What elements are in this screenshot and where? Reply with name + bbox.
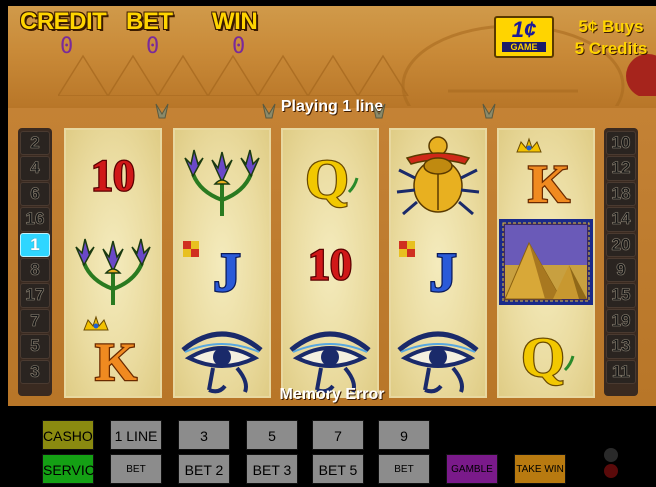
payline-button[interactable]: 13 xyxy=(606,334,636,359)
bet-label: BET xyxy=(126,8,173,35)
reel-stage: Playing 1 line 2 4 6 16 1 8 17 7 5 3 10 … xyxy=(8,98,656,406)
svg-text:K: K xyxy=(528,154,570,214)
eye-icon xyxy=(181,331,263,394)
symbol-j: J xyxy=(175,219,269,307)
payline-button[interactable]: 9 xyxy=(606,257,636,283)
five-lines-button[interactable]: 5 LINES xyxy=(246,420,298,474)
j-icon: J xyxy=(183,241,242,305)
status-light-top xyxy=(604,448,618,462)
reel-5: K Q xyxy=(497,128,595,398)
scarab-icon xyxy=(396,136,480,216)
payline-button[interactable]: 14 xyxy=(606,207,636,232)
nine-lines-button[interactable]: 9 LINES xyxy=(378,420,430,474)
bet-3-button[interactable]: BET 3 xyxy=(246,454,298,484)
cashout-button[interactable]: CASHOUT xyxy=(42,420,111,450)
symbol-eye xyxy=(175,308,269,396)
win-value: 0 xyxy=(232,34,246,59)
svg-text:10: 10 xyxy=(308,240,352,289)
payline-button-active[interactable]: 1 xyxy=(20,232,50,257)
symbol-lotus xyxy=(66,219,160,307)
svg-text:J: J xyxy=(429,242,457,304)
eye-icon xyxy=(289,331,371,394)
service-button[interactable]: SERVICE xyxy=(42,454,104,484)
payline-button[interactable]: 17 xyxy=(20,283,50,308)
k-icon: K xyxy=(516,137,571,215)
credit-value: 0 xyxy=(60,34,74,59)
svg-text:10: 10 xyxy=(91,151,135,200)
svg-text:J: J xyxy=(213,242,241,304)
symbol-lotus xyxy=(175,130,269,218)
one-line-button[interactable]: 1 LINE xyxy=(110,420,162,450)
payline-button[interactable]: 12 xyxy=(606,156,636,181)
error-message: Memory Error xyxy=(279,386,385,403)
payline-button[interactable]: 11 xyxy=(606,359,636,384)
gamble-button[interactable]: GAMBLE xyxy=(446,454,498,484)
10-icon: 10 xyxy=(90,150,137,202)
symbol-10: 10 xyxy=(283,219,377,307)
payline-column-right: 10 12 18 14 20 9 15 19 13 11 xyxy=(604,128,638,396)
denomination-info: 5¢ Buys 5 Credits xyxy=(564,16,656,60)
payline-button[interactable]: 3 xyxy=(20,359,50,384)
reel-4: J xyxy=(389,128,487,398)
payline-button[interactable]: 20 xyxy=(606,232,636,257)
svg-text:Q: Q xyxy=(305,149,349,211)
symbol-10: 10 xyxy=(66,130,160,218)
symbol-k: K xyxy=(499,130,593,218)
lotus-icon xyxy=(75,238,151,305)
svg-text:K: K xyxy=(95,332,137,392)
q-icon: Q xyxy=(304,148,359,212)
payline-column-left: 2 4 6 16 1 8 17 7 5 3 xyxy=(18,128,52,396)
bet-5-button[interactable]: BET 5 xyxy=(312,454,364,484)
payline-button[interactable]: 5 xyxy=(20,334,50,359)
symbol-eye xyxy=(391,308,485,396)
reel-2: J xyxy=(173,128,271,398)
j-icon: J xyxy=(399,241,458,305)
meter-bar: CREDIT BET WIN 0 0 0 1¢ GAME 5¢ Buys 5 C… xyxy=(8,6,656,108)
payline-button[interactable]: 8 xyxy=(20,257,50,283)
bet-1-red-button[interactable]: BET 1/RED xyxy=(110,454,162,484)
seven-lines-button[interactable]: 7 LINES xyxy=(312,420,364,474)
denomination-caption: GAME xyxy=(502,42,546,52)
denomination-badge: 1¢ GAME xyxy=(494,16,554,58)
reel-1: 10 K xyxy=(64,128,162,398)
divider-ornaments xyxy=(155,103,496,119)
payline-button[interactable]: 10 xyxy=(606,131,636,156)
svg-text:Q: Q xyxy=(521,327,565,389)
symbol-q: Q xyxy=(283,130,377,218)
payline-button[interactable]: 6 xyxy=(20,181,50,207)
payline-button[interactable]: 15 xyxy=(606,283,636,308)
payline-button[interactable]: 16 xyxy=(20,207,50,232)
status-light-bottom xyxy=(604,464,618,478)
button-panel: CASHOUT 1 LINE 3 LINES 5 LINES 7 LINES 9… xyxy=(0,406,656,487)
q-icon: Q xyxy=(520,326,575,390)
buys-line-2: 5 Credits xyxy=(574,39,648,58)
bet-10-black-button[interactable]: BET 10/BLACK xyxy=(378,454,430,484)
symbol-scarab xyxy=(391,130,485,218)
payline-button[interactable]: 2 xyxy=(20,131,50,156)
buys-line-1: 5¢ Buys xyxy=(578,17,644,36)
pyramid-icon xyxy=(499,219,593,305)
symbol-j: J xyxy=(391,219,485,307)
payline-button[interactable]: 4 xyxy=(20,156,50,181)
lotus-icon xyxy=(184,149,260,216)
three-lines-button[interactable]: 3 LINES xyxy=(178,420,230,474)
payline-button[interactable]: 7 xyxy=(20,308,50,334)
credit-label: CREDIT xyxy=(20,8,107,35)
bet-value: 0 xyxy=(146,34,160,59)
denomination-value: 1¢ xyxy=(511,17,537,42)
symbol-k: K xyxy=(66,308,160,396)
win-label: WIN xyxy=(212,8,258,35)
payline-button[interactable]: 18 xyxy=(606,181,636,207)
eye-icon xyxy=(397,331,479,394)
symbol-pyramid xyxy=(499,219,593,307)
bet-2-button[interactable]: BET 2 xyxy=(178,454,230,484)
k-icon: K xyxy=(83,315,138,393)
reel-3: Q 10 xyxy=(281,128,379,398)
10-icon: 10 xyxy=(307,239,354,291)
symbol-q: Q xyxy=(499,308,593,396)
take-win-button[interactable]: TAKE WIN xyxy=(514,454,566,484)
payline-button[interactable]: 19 xyxy=(606,308,636,334)
symbol-eye xyxy=(283,308,377,396)
